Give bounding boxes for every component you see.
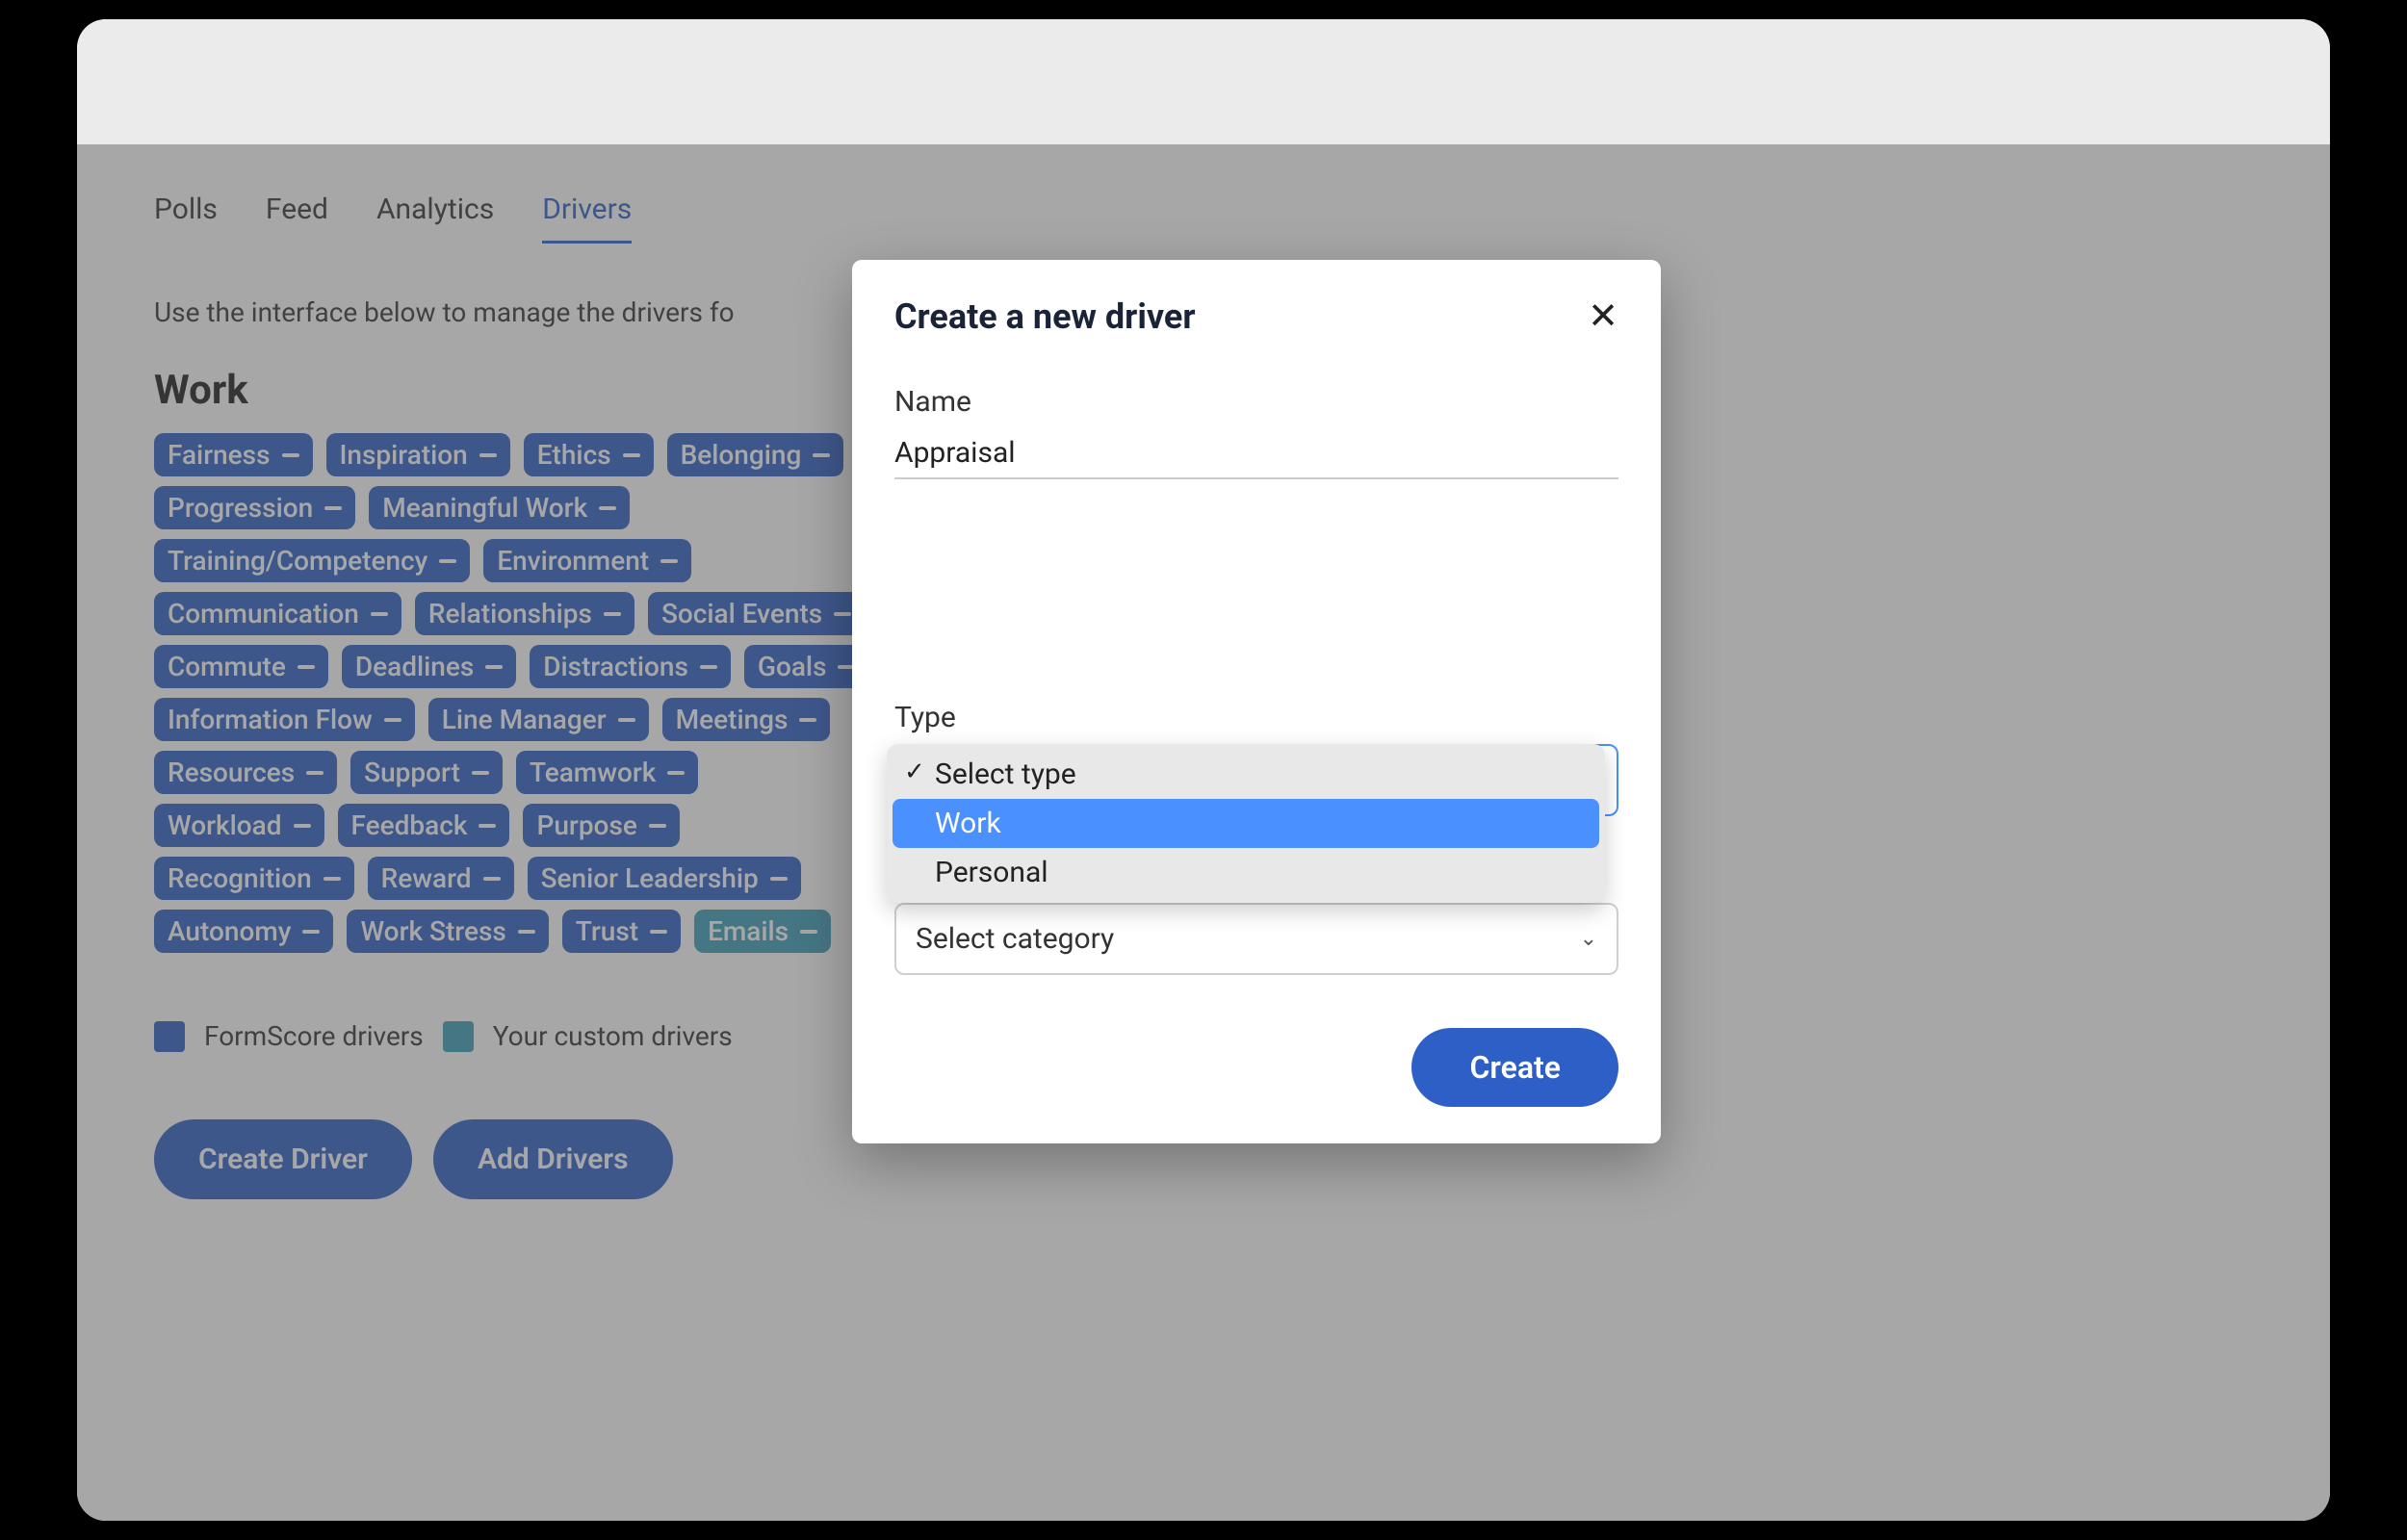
chevron-down-icon: ⌄ xyxy=(1580,927,1597,951)
close-icon[interactable]: ✕ xyxy=(1588,298,1618,335)
browser-frame: PollsFeedAnalyticsDrivers Use the interf… xyxy=(77,19,2330,1521)
create-driver-modal: Create a new driver ✕ Name Type Select t… xyxy=(852,260,1661,1143)
category-select-value: Select category xyxy=(916,922,1114,956)
name-input[interactable] xyxy=(894,428,1618,479)
modal-footer: Create xyxy=(894,1028,1618,1107)
modal-title: Create a new driver xyxy=(894,296,1196,337)
type-option-work[interactable]: Work xyxy=(893,799,1599,848)
type-label: Type xyxy=(894,701,1618,734)
type-option-select-type[interactable]: Select type xyxy=(893,750,1599,799)
type-dropdown: Select typeWorkPersonal xyxy=(887,744,1605,903)
app-content: PollsFeedAnalyticsDrivers Use the interf… xyxy=(77,144,2330,1521)
name-label: Name xyxy=(894,385,1618,419)
type-option-personal[interactable]: Personal xyxy=(893,848,1599,897)
create-button[interactable]: Create xyxy=(1411,1028,1618,1107)
modal-header: Create a new driver ✕ xyxy=(894,296,1618,337)
browser-header xyxy=(77,19,2330,144)
category-select[interactable]: Select category ⌄ xyxy=(894,903,1618,975)
